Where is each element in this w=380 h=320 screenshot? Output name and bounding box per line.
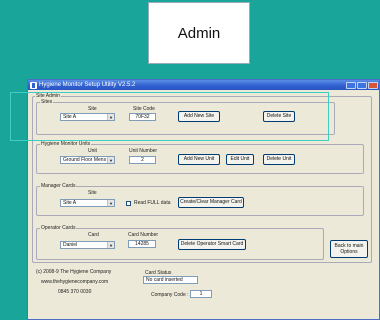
read-full-data-label: Read FULL data (134, 200, 171, 206)
maximize-icon[interactable] (357, 81, 367, 89)
create-clear-manager-card-button[interactable]: Create/Clear Manager Card (178, 197, 244, 208)
card-select[interactable]: Daniel ▼ (60, 241, 115, 249)
company-code-label: Company Code : (151, 292, 189, 298)
card-label: Card (88, 232, 99, 238)
phone-text: 0845 370 0030 (58, 289, 92, 295)
chevron-down-icon[interactable]: ▼ (107, 200, 114, 206)
operator-cards-legend: Operator Cards (40, 225, 77, 231)
chevron-down-icon[interactable]: ▼ (107, 242, 114, 248)
delete-unit-button[interactable]: Delete Unit (263, 154, 295, 165)
card-number-label: Card Number (128, 232, 159, 238)
copyright-text: (c) 2008-9 The Hygiene Company (36, 269, 112, 275)
unit-number-field[interactable]: 2 (129, 156, 156, 164)
website-text: www.thehygienecompany.com (41, 279, 109, 285)
app-icon (30, 81, 37, 89)
manager-site-select[interactable]: Site A ▼ (60, 199, 115, 207)
card-status-field: No card inserted (143, 276, 198, 284)
back-to-main-options-button[interactable]: Back to main Options (330, 240, 368, 258)
card-number-field[interactable]: 14285 (128, 240, 156, 248)
title-bar: Hygiene Monitor Setup Utility V2.5.2 (28, 80, 379, 90)
edit-unit-button[interactable]: Edit Unit (226, 154, 254, 165)
sites-highlight-box (10, 92, 329, 141)
unit-label: Unit (88, 148, 97, 154)
manager-cards-legend: Manager Cards (40, 183, 77, 189)
close-icon[interactable] (368, 81, 378, 89)
company-code-field[interactable]: 1 (190, 290, 212, 298)
read-full-data-checkbox[interactable] (126, 201, 131, 206)
manager-site-label: Site (88, 190, 97, 196)
units-legend: Hygiene Monitor Units (40, 141, 92, 147)
window-title: Hygiene Monitor Setup Utility V2.5.2 (39, 82, 136, 88)
delete-operator-card-button[interactable]: Delete Operator Smart Card (178, 239, 246, 250)
add-new-unit-button[interactable]: Add New Unit (178, 154, 220, 165)
minimize-icon[interactable] (346, 81, 356, 89)
unit-number-label: Unit Number (129, 148, 158, 154)
unit-select[interactable]: Ground Floor Mens ▼ (60, 156, 115, 164)
admin-button[interactable]: Admin (148, 2, 250, 64)
chevron-down-icon[interactable]: ▼ (107, 157, 114, 163)
